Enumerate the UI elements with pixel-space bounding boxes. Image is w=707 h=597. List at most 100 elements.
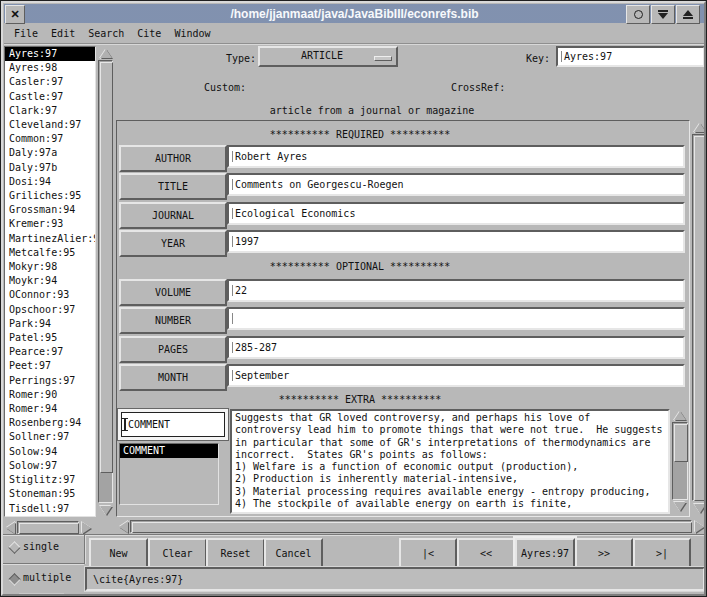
nav-current-button[interactable]: Ayres:97: [515, 538, 575, 569]
field-input-month[interactable]: September: [227, 364, 685, 387]
list-item[interactable]: Dosi:94: [5, 175, 95, 189]
extra-field-name-input[interactable]: COMMENT: [121, 412, 225, 437]
field-label-number[interactable]: NUMBER: [119, 307, 227, 334]
nav-prev-button[interactable]: <<: [457, 538, 515, 569]
list-scroll-left-button[interactable]: [4, 521, 17, 534]
comment-vertical-scrollbar-thumb[interactable]: [674, 424, 688, 462]
nav-next-button[interactable]: >>: [575, 538, 633, 569]
list-item[interactable]: Metcalfe:95: [5, 246, 95, 260]
list-item[interactable]: Perrings:97: [5, 374, 95, 388]
field-label-title[interactable]: TITLE: [119, 173, 227, 200]
list-horizontal-scrollbar[interactable]: [17, 521, 79, 534]
menu-window[interactable]: Window: [174, 28, 210, 39]
list-vertical-scrollbar-thumb[interactable]: [100, 62, 113, 473]
single-radio[interactable]: [8, 541, 21, 554]
list-item[interactable]: Stoneman:95: [5, 487, 95, 501]
form-vertical-scrollbar-thumb[interactable]: [694, 136, 707, 501]
multiple-radio[interactable]: [8, 573, 21, 586]
title-bar[interactable]: /home/jjanmaat/java/JavaBibIII/econrefs.…: [4, 4, 705, 23]
list-item[interactable]: Park:94: [5, 317, 95, 331]
form-scroll-up-button[interactable]: [692, 120, 707, 134]
form-scroll-right-button[interactable]: [692, 520, 706, 533]
field-input-volume[interactable]: 22: [227, 279, 685, 302]
field-input-author[interactable]: Robert Ayres: [227, 145, 685, 168]
list-item[interactable]: Stiglitz:97: [5, 473, 95, 487]
comment-textarea[interactable]: Suggests that GR loved controversy, and …: [230, 409, 670, 514]
list-item[interactable]: Ayres:98: [5, 61, 95, 75]
list-item[interactable]: Casler:97: [5, 75, 95, 89]
menu-search[interactable]: Search: [88, 28, 124, 39]
list-item[interactable]: Sollner:97: [5, 430, 95, 444]
custom-label: Custom:: [204, 82, 246, 93]
list-item[interactable]: Rosenberg:94: [5, 416, 95, 430]
clear-button[interactable]: Clear: [148, 538, 207, 569]
list-item[interactable]: Daly:97b: [5, 161, 95, 175]
reference-list[interactable]: Ayres:97Ayres:98Casler:97Castle:97Clark:…: [4, 46, 96, 517]
list-item[interactable]: Grossman:94: [5, 203, 95, 217]
menu-cite[interactable]: Cite: [137, 28, 161, 39]
menu-file[interactable]: File: [14, 28, 38, 39]
window-menu-button[interactable]: ✕: [5, 5, 25, 24]
extra-field-list-item[interactable]: COMMENT: [120, 444, 218, 458]
nav-last-button[interactable]: >|: [633, 538, 691, 569]
iconify-button[interactable]: [626, 5, 650, 24]
list-item[interactable]: Opschoor:97: [5, 303, 95, 317]
form-horizontal-scrollbar-thumb[interactable]: [132, 522, 692, 533]
cancel-button[interactable]: Cancel: [264, 538, 323, 569]
list-item[interactable]: Mokyr:98: [5, 260, 95, 274]
list-item[interactable]: Castle:97: [5, 90, 95, 104]
bottom-frame-handle: [19, 593, 64, 597]
list-item[interactable]: Common:97: [5, 132, 95, 146]
field-label-pages[interactable]: PAGES: [119, 336, 227, 363]
list-item[interactable]: Kremer:93: [5, 217, 95, 231]
field-label-author[interactable]: AUTHOR: [119, 145, 227, 172]
list-item[interactable]: MartinezAlier:9: [5, 232, 95, 246]
field-label-year[interactable]: YEAR: [119, 230, 227, 257]
list-item[interactable]: Peet:97: [5, 359, 95, 373]
list-item[interactable]: Daly:97a: [5, 146, 95, 160]
nav-first-button[interactable]: |<: [399, 538, 457, 569]
field-input-year[interactable]: 1997: [227, 230, 685, 253]
field-label-journal[interactable]: JOURNAL: [119, 202, 227, 229]
list-item[interactable]: Moykr:94: [5, 274, 95, 288]
list-item[interactable]: Griliches:95: [5, 189, 95, 203]
list-scroll-up-button[interactable]: [98, 46, 113, 60]
list-item[interactable]: Patel:95: [5, 331, 95, 345]
new-button[interactable]: New: [89, 538, 148, 569]
list-scroll-down-button[interactable]: [98, 503, 113, 517]
field-label-volume[interactable]: VOLUME: [119, 279, 227, 306]
extra-field-list[interactable]: COMMENT: [119, 443, 219, 505]
list-item[interactable]: Clark:97: [5, 104, 95, 118]
field-input-title[interactable]: Comments on Georgescu-Roegen: [227, 173, 685, 196]
maximize-button[interactable]: [676, 5, 700, 24]
menu-edit[interactable]: Edit: [51, 28, 75, 39]
list-item[interactable]: Romer:90: [5, 388, 95, 402]
form-scroll-left-button[interactable]: [116, 520, 130, 533]
form-horizontal-scrollbar[interactable]: [130, 520, 692, 533]
comment-scroll-down-button[interactable]: [672, 500, 688, 513]
shade-button[interactable]: [651, 5, 675, 24]
comment-scroll-up-button[interactable]: [672, 409, 688, 422]
field-label-month[interactable]: MONTH: [119, 364, 227, 391]
form-vertical-scrollbar[interactable]: [692, 134, 707, 501]
list-item[interactable]: Solow:94: [5, 445, 95, 459]
list-vertical-scrollbar[interactable]: [98, 60, 113, 503]
reset-button[interactable]: Reset: [206, 538, 265, 569]
key-input[interactable]: Ayres:97: [556, 46, 705, 67]
list-item[interactable]: Cleveland:97: [5, 118, 95, 132]
form-scroll-down-button[interactable]: [692, 501, 707, 515]
list-item[interactable]: Tisdell:97: [5, 502, 95, 516]
list-item[interactable]: Pearce:97: [5, 345, 95, 359]
field-input-journal[interactable]: Ecological Economics: [227, 202, 685, 225]
list-item[interactable]: Ayres:97: [5, 47, 95, 61]
cite-string-field[interactable]: \cite{Ayres:97}: [85, 567, 705, 591]
list-scroll-right-button[interactable]: [80, 521, 93, 534]
list-item[interactable]: OConnor:93: [5, 288, 95, 302]
list-item[interactable]: Solow:97: [5, 459, 95, 473]
type-option-menu[interactable]: ARTICLE: [258, 46, 398, 67]
comment-vertical-scrollbar[interactable]: [672, 422, 688, 500]
field-input-pages[interactable]: 285-287: [227, 336, 685, 359]
list-horizontal-scrollbar-thumb[interactable]: [19, 523, 79, 534]
field-input-number[interactable]: [227, 307, 685, 330]
list-item[interactable]: Romer:94: [5, 402, 95, 416]
